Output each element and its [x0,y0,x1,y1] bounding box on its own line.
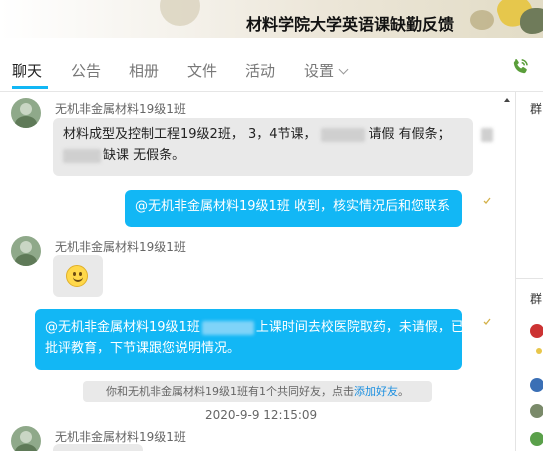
message-line: @无机非金属材料19级1班 上课时间去校医院取药，未请假，已 [45,317,464,338]
window-title: 材料学院大学英语课缺勤反馈 [246,15,455,34]
read-receipt-icon [483,197,491,204]
group-section-label: 群 [530,102,543,116]
message-timestamp: 2020-9-9 12:15:09 [205,408,318,422]
redacted-name [480,127,493,142]
phone-icon[interactable] [510,57,530,77]
message-bubble-outgoing[interactable]: @无机非金属材料19级1班 收到，核实情况后和您联系 [125,190,462,227]
window-header: 材料学院大学英语课缺勤反馈 [0,0,543,38]
chevron-down-icon [338,64,349,75]
avatar[interactable] [11,426,41,451]
header-decoration [160,0,200,26]
message-bubble-outgoing[interactable]: @无机非金属材料19级1班 上课时间去校医院取药，未请假，已 批评教育，下节课跟您… [35,309,464,370]
tab-settings[interactable]: 设置 [304,60,349,81]
chat-area[interactable]: 无机非金属材料19级1班 材料成型及控制工程19级2班， 3，4节课， 请假 有假… [0,92,515,451]
tab-activities[interactable]: 活动 [245,60,275,81]
tab-settings-label: 设置 [304,62,335,80]
tab-album[interactable]: 相册 [129,60,159,81]
redacted-name [320,127,365,142]
message-text: 请假 有假条； [368,127,451,142]
member-avatar[interactable] [536,348,542,354]
message-bubble-incoming[interactable]: 材料成型及控制工程19级2班， 3，4节课， 请假 有假条； 缺课 无假条。 [53,118,493,176]
message-bubble-incoming[interactable] [53,444,143,451]
tab-announcements[interactable]: 公告 [71,60,101,81]
message-text: @无机非金属材料19级1班 [45,320,200,335]
message-line: 缺课 无假条。 [63,145,463,166]
read-receipt-icon [483,318,491,325]
add-friend-link[interactable]: 添加好友 [354,385,398,398]
system-notice-end: 。 [398,385,409,398]
active-tab-indicator [12,86,48,89]
group-members-label: 群 [530,292,543,306]
member-avatar[interactable] [530,378,543,392]
sender-name: 无机非金属材料19级1班 [55,430,186,444]
redacted-name [201,320,254,335]
message-text: @无机非金属材料19级1班 收到，核实情况后和您联系 [135,199,450,214]
message-line: 批评教育，下节课跟您说明情况。 [45,341,241,356]
redacted-name [63,148,101,163]
message-text: 上课时间去校医院取药，未请假，已 [255,320,464,335]
avatar[interactable] [11,236,41,266]
message-text: 缺课 无假条。 [103,148,186,163]
smiley-emoji-icon [66,265,88,287]
message-bubble-incoming[interactable] [53,255,103,297]
avatar[interactable] [11,98,41,128]
member-avatar[interactable] [530,324,543,338]
tab-chat[interactable]: 聊天 [12,60,42,81]
tab-bar: 聊天 公告 相册 文件 活动 设置 [0,38,543,92]
section-divider [516,278,543,279]
member-avatar[interactable] [530,404,543,418]
message-text: 材料成型及控制工程19级2班， 3，4节课， [63,127,317,142]
system-notice-text: 你和无机非金属材料19级1班有1个共同好友，点击 [106,385,354,398]
sender-name: 无机非金属材料19级1班 [55,240,186,254]
member-avatar[interactable] [530,432,543,446]
message-line: 材料成型及控制工程19级2班， 3，4节课， 请假 有假条； [63,124,493,145]
header-decoration [520,8,543,34]
right-panel: 群 群 [516,92,543,451]
system-notice: 你和无机非金属材料19级1班有1个共同好友，点击添加好友。 [83,381,432,402]
header-decoration [470,10,494,30]
tab-files[interactable]: 文件 [187,60,217,81]
sender-name: 无机非金属材料19级1班 [55,102,186,116]
scroll-up-icon[interactable] [504,95,510,105]
